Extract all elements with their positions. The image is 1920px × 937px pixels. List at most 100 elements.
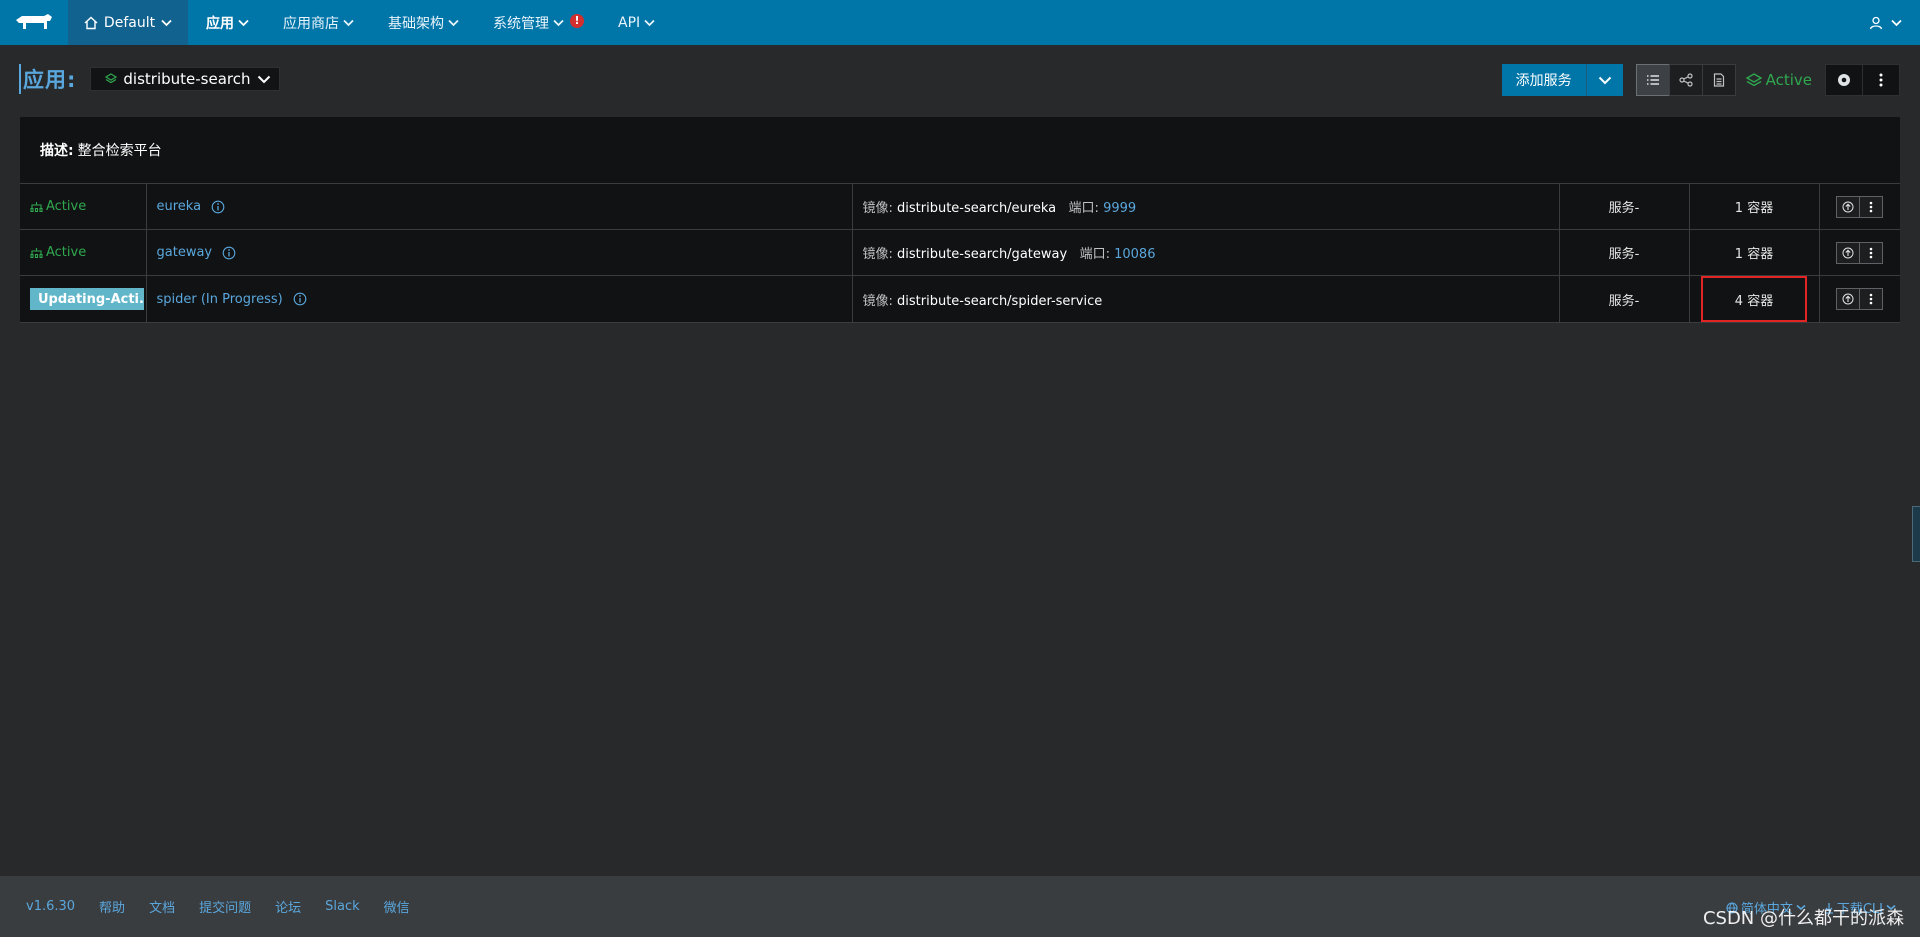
- image-cell: 镜像: distribute-search/gateway 端口: 10086: [852, 229, 1560, 276]
- service-type: 服务-: [1608, 201, 1640, 216]
- info-icon: [211, 200, 225, 213]
- type-cell: 服务-: [1559, 183, 1690, 230]
- description-label: 描述:: [40, 143, 74, 159]
- name-cell: eureka: [146, 183, 853, 230]
- type-cell: 服务-: [1559, 275, 1690, 323]
- vertical-dots-icon: [1869, 293, 1873, 305]
- service-network-icon: [30, 201, 43, 212]
- name-cell: gateway: [146, 229, 853, 276]
- nav-infrastructure-label: 基础架构: [388, 15, 444, 32]
- rancher-cow-icon: [16, 13, 52, 29]
- vertical-dots-icon: [1869, 201, 1873, 212]
- scale-cell: 1 容器: [1689, 229, 1820, 276]
- upgrade-button[interactable]: [1835, 288, 1860, 310]
- stack-selector[interactable]: distribute-search: [90, 67, 280, 91]
- file-issue-link[interactable]: 提交问题: [199, 897, 251, 916]
- top-navigation: Default 应用 应用商店 基础架构 系统管理 ! API: [0, 0, 1920, 45]
- port-label: 端口:: [1079, 247, 1110, 262]
- list-view-button[interactable]: [1635, 64, 1670, 96]
- info-icon: [293, 292, 307, 306]
- state-active: Active: [30, 245, 136, 260]
- add-service-dropdown[interactable]: [1587, 64, 1623, 96]
- service-name[interactable]: eureka: [157, 199, 202, 214]
- highlighted-container-count: 4 容器: [1701, 276, 1807, 322]
- service-name[interactable]: gateway: [157, 245, 213, 260]
- user-icon: [1869, 16, 1883, 29]
- services-table: Active eureka 镜像: distribute-search/eure…: [20, 183, 1900, 323]
- service-name-link[interactable]: eureka: [157, 199, 842, 214]
- chevron-down-icon: [257, 75, 270, 83]
- row-more-button[interactable]: [1858, 195, 1883, 218]
- state-cell: Updating-Acti...: [20, 275, 147, 323]
- table-row[interactable]: Active eureka 镜像: distribute-search/eure…: [20, 183, 1900, 230]
- chevron-down-icon: [1891, 19, 1902, 26]
- stop-stack-button[interactable]: [1825, 64, 1863, 96]
- image-value: distribute-search/gateway: [897, 247, 1068, 262]
- stack-layers-icon: [1745, 73, 1762, 87]
- chevron-down-icon: [644, 19, 655, 26]
- port-link[interactable]: 9999: [1103, 201, 1136, 216]
- docs-link[interactable]: 文档: [149, 897, 175, 916]
- row-more-button[interactable]: [1858, 288, 1883, 310]
- footer: v1.6.30 帮助 文档 提交问题 论坛 Slack 微信 简体中文 下载CL…: [0, 876, 1920, 937]
- table-row[interactable]: Updating-Acti... spider (In Progress) 镜像…: [20, 275, 1900, 323]
- watermark: CSDN @什么都干的派森: [1702, 908, 1904, 929]
- compose-view-button[interactable]: [1701, 64, 1736, 96]
- view-mode-group: [1635, 64, 1736, 96]
- add-service-label[interactable]: 添加服务: [1502, 64, 1587, 96]
- side-scroll-handle[interactable]: [1912, 506, 1920, 562]
- list-icon: [1646, 75, 1659, 85]
- container-count: 1 容器: [1734, 201, 1774, 216]
- service-name[interactable]: spider (In Progress): [157, 292, 283, 307]
- alert-badge: !: [570, 13, 584, 28]
- share-graph-icon: [1678, 73, 1693, 87]
- slack-link[interactable]: Slack: [325, 899, 360, 914]
- chevron-down-icon: [553, 19, 564, 26]
- forums-link[interactable]: 论坛: [275, 897, 301, 916]
- stack-more-button[interactable]: [1862, 64, 1900, 96]
- main-menu: 应用 应用商店 基础架构 系统管理 ! API: [206, 0, 689, 45]
- actions-cell: [1819, 275, 1900, 323]
- service-name-link[interactable]: spider (In Progress): [157, 292, 842, 307]
- name-cell: spider (In Progress): [146, 275, 853, 323]
- actions-cell: [1819, 229, 1900, 276]
- table-row[interactable]: Active gateway 镜像: distribute-search/gat…: [20, 229, 1900, 276]
- nav-infrastructure[interactable]: 基础架构: [388, 0, 459, 45]
- state-active: Active: [30, 199, 136, 214]
- state-label: Updating-Acti...: [38, 291, 144, 307]
- stack-actions: 添加服务 Active: [1501, 64, 1900, 96]
- environment-label: Default: [103, 14, 156, 31]
- upgrade-button[interactable]: [1835, 241, 1860, 264]
- description-value: 整合检索平台: [77, 143, 162, 159]
- vertical-dots-icon: [1869, 247, 1873, 258]
- user-menu[interactable]: [1869, 0, 1902, 45]
- container-count: 1 容器: [1734, 247, 1774, 262]
- help-link[interactable]: 帮助: [99, 897, 125, 916]
- nav-catalog[interactable]: 应用商店: [283, 0, 354, 45]
- container-count: 4 容器: [1734, 293, 1774, 309]
- upgrade-button[interactable]: [1835, 195, 1860, 218]
- environment-switcher[interactable]: Default: [68, 0, 188, 45]
- version-link[interactable]: v1.6.30: [26, 899, 75, 914]
- image-cell: 镜像: distribute-search/spider-service: [852, 275, 1560, 323]
- stack-description: 描述: 整合检索平台: [20, 117, 1900, 183]
- nav-api[interactable]: API: [618, 0, 655, 45]
- port-link[interactable]: 10086: [1114, 247, 1155, 262]
- services-panel: 描述: 整合检索平台 Active eureka 镜像: distribute-…: [20, 117, 1900, 323]
- nav-admin[interactable]: 系统管理 !: [493, 0, 584, 45]
- row-more-button[interactable]: [1858, 241, 1883, 264]
- nav-apps[interactable]: 应用: [206, 0, 249, 45]
- port-label: 端口:: [1068, 201, 1099, 216]
- home-icon: [84, 16, 98, 29]
- rancher-logo[interactable]: [0, 0, 68, 45]
- state-label: Active: [46, 245, 87, 260]
- wechat-link[interactable]: 微信: [384, 897, 410, 916]
- service-network-icon: [30, 247, 43, 258]
- upgrade-arrow-icon: [1842, 247, 1854, 258]
- info-icon: [222, 246, 236, 259]
- graph-view-button[interactable]: [1668, 64, 1703, 96]
- chevron-down-icon: [161, 19, 172, 26]
- service-name-link[interactable]: gateway: [157, 245, 842, 260]
- add-service-button[interactable]: 添加服务: [1501, 64, 1623, 96]
- type-cell: 服务-: [1559, 229, 1690, 276]
